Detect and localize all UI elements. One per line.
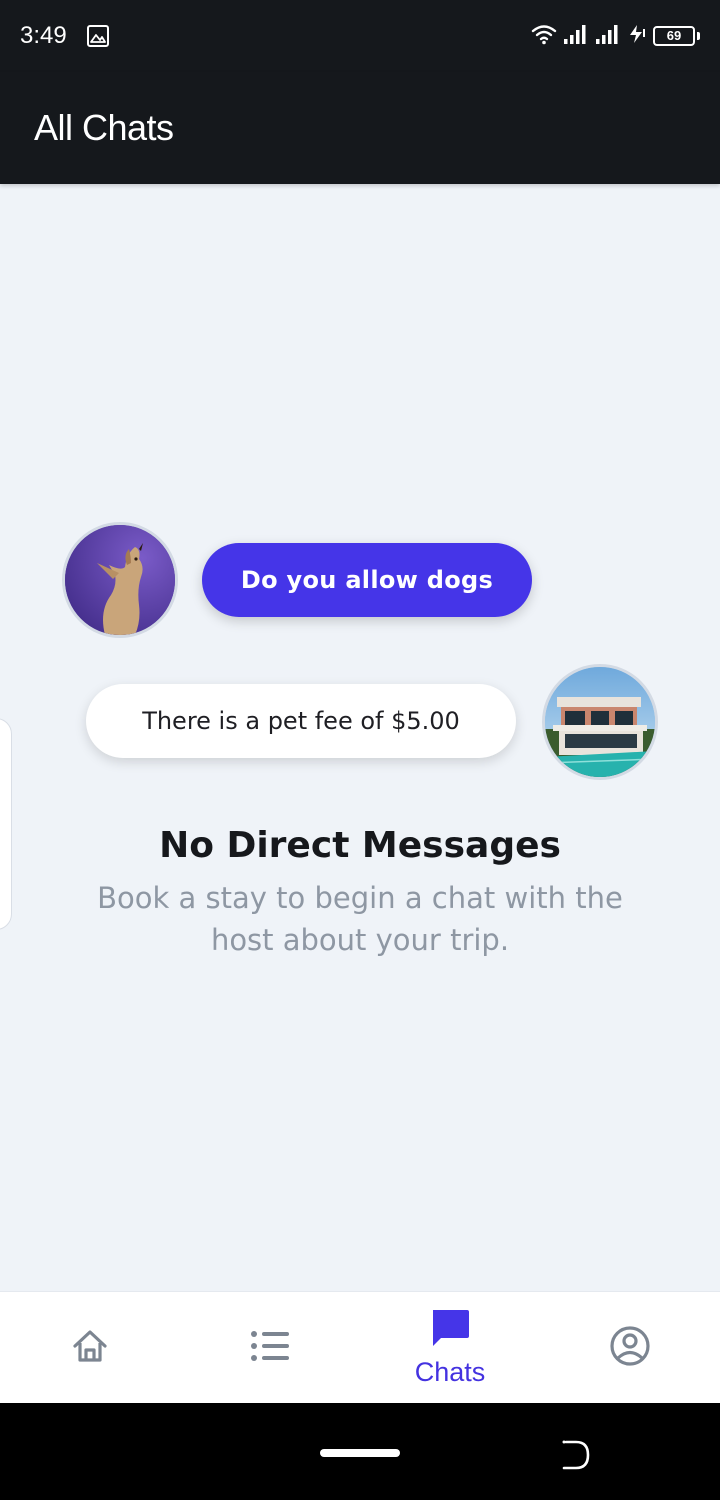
dog-avatar [62, 522, 178, 638]
charging-icon [627, 23, 647, 49]
back-gesture-icon[interactable] [558, 1435, 594, 1475]
app-bar: All Chats [0, 72, 720, 184]
bottom-nav: Chats [0, 1291, 720, 1403]
reply-chat-bubble: There is a pet fee of $5.00 [86, 684, 516, 758]
nav-label-chats: Chats [414, 1357, 486, 1387]
home-gesture-pill[interactable] [320, 1449, 400, 1457]
status-icons: 69 [531, 22, 700, 50]
battery-level: 69 [653, 26, 695, 46]
list-icon [249, 1326, 291, 1370]
question-chat-bubble: Do you allow dogs [202, 543, 532, 617]
house-avatar [542, 664, 658, 780]
profile-icon [609, 1325, 651, 1371]
gallery-icon [86, 24, 110, 48]
nav-item-chats[interactable]: Chats [360, 1292, 540, 1404]
signal-icon [563, 23, 589, 49]
battery-icon: 69 [653, 26, 700, 46]
empty-state-subtitle: Book a stay to begin a chat with the hos… [97, 881, 623, 957]
chat-icon [429, 1308, 471, 1354]
nav-item-profile[interactable] [540, 1292, 720, 1404]
empty-state-title: No Direct Messages [159, 825, 561, 866]
signal-icon [595, 23, 621, 49]
nav-item-home[interactable] [0, 1292, 180, 1404]
wifi-icon [531, 23, 557, 49]
status-bar: 3:49 69 [0, 0, 720, 72]
nav-item-list[interactable] [180, 1292, 360, 1404]
page-title: All Chats [34, 107, 174, 148]
system-nav-bar [0, 1403, 720, 1500]
home-icon [70, 1326, 110, 1370]
status-time: 3:49 [20, 22, 67, 49]
